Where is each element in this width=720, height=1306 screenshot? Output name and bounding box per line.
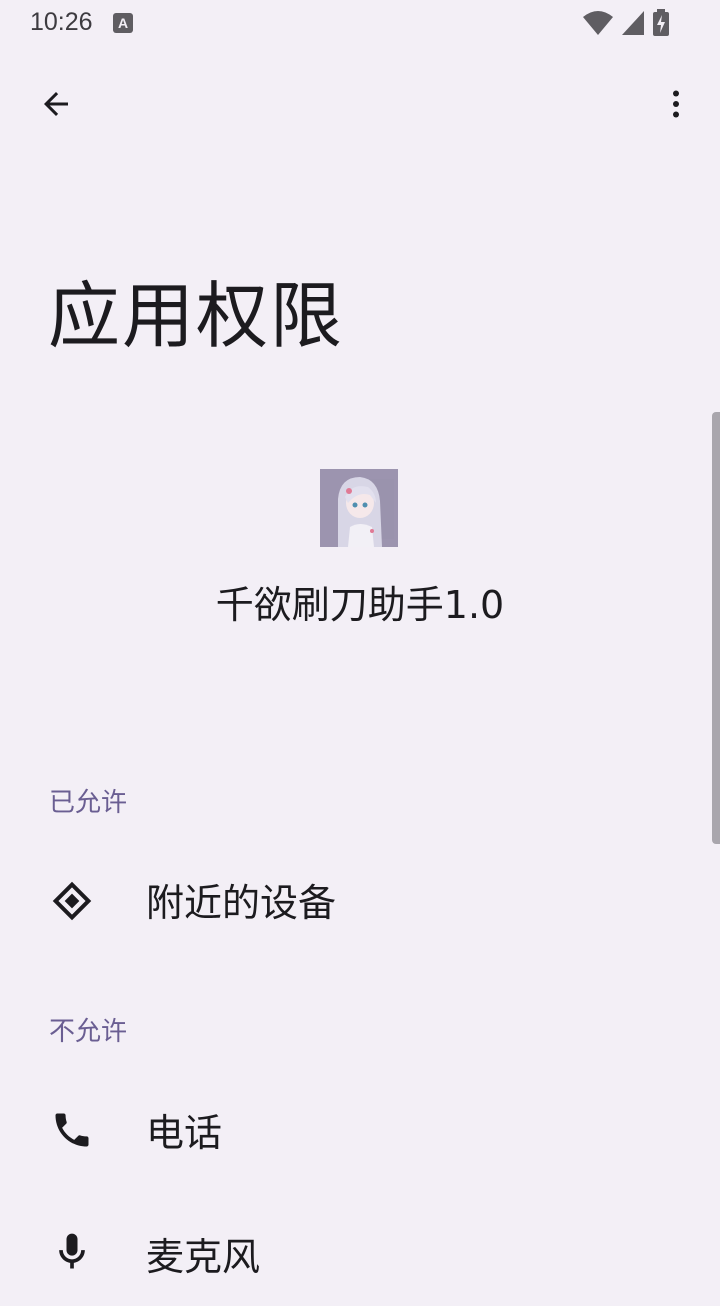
status-bar: 10:26 A: [0, 0, 720, 48]
scrollbar[interactable]: [712, 412, 720, 844]
phone-icon: [48, 1106, 96, 1154]
status-icons: [582, 9, 670, 37]
page-title: 应用权限: [48, 274, 345, 358]
app-name: 千欲刷刀助手1.0: [215, 583, 505, 627]
battery-charging-icon: [653, 9, 669, 36]
permission-label: 电话: [146, 1111, 223, 1155]
permission-label: 附近的设备: [146, 881, 337, 925]
microphone-icon: [48, 1228, 96, 1276]
wifi-icon: [583, 11, 613, 35]
more-vert-icon: [673, 90, 679, 118]
permission-row-phone[interactable]: 电话: [0, 1082, 720, 1182]
notification-a-icon: A: [113, 13, 133, 33]
denied-section-header: 不允许: [49, 1017, 128, 1047]
nearby-devices-icon: [48, 877, 96, 925]
arrow-back-icon: [44, 92, 68, 116]
permission-row-nearby-devices[interactable]: 附近的设备: [0, 852, 720, 952]
back-button[interactable]: [28, 76, 84, 132]
more-options-button[interactable]: [652, 76, 700, 132]
status-time: 10:26: [30, 8, 93, 36]
cell-signal-icon: [622, 11, 644, 35]
permission-row-microphone[interactable]: 麦克风: [0, 1206, 720, 1306]
allowed-section-header: 已允许: [49, 788, 128, 818]
app-icon: [320, 469, 398, 547]
permission-label: 麦克风: [146, 1235, 261, 1279]
top-app-bar: [0, 64, 720, 144]
